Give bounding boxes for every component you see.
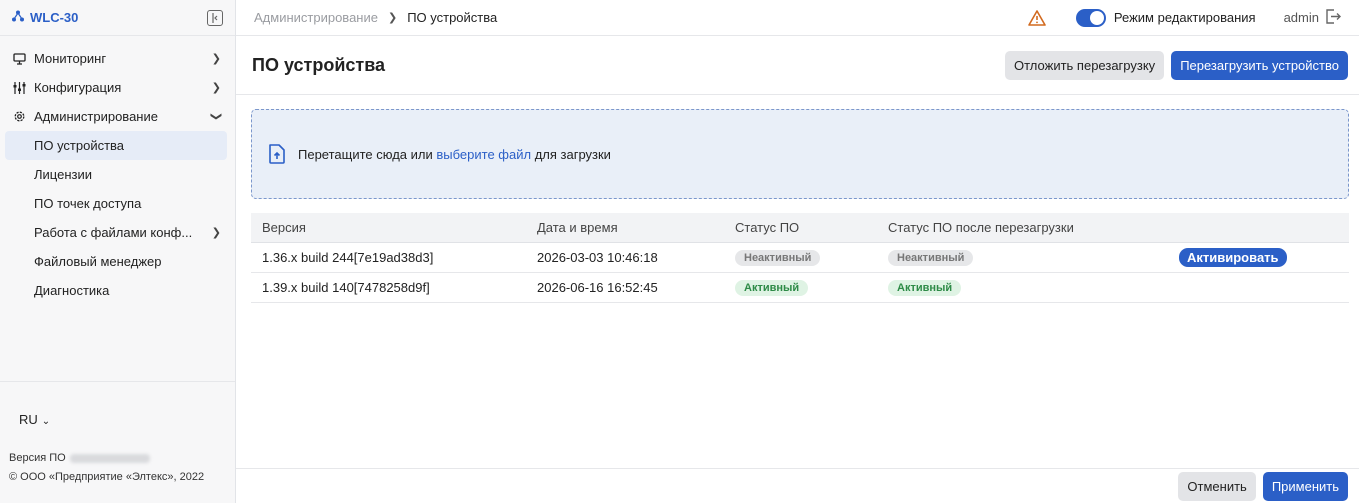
status-badge: Неактивный — [888, 249, 974, 266]
dropzone-text: Перетащите сюда или выберите файл для за… — [298, 147, 611, 162]
cell-version: 1.39.x build 140[7478258d9f] — [251, 272, 526, 303]
sidebar-footer: Версия ПО © ООО «Предприятие «Элтекс», 2… — [9, 449, 204, 487]
status-badge: Неактивный — [735, 249, 821, 266]
column-header-actions — [1168, 213, 1349, 243]
sidebar-subitem-label: Диагностика — [34, 283, 110, 298]
gear-icon — [12, 110, 26, 124]
page-actions: Отложить перезагрузку Перезагрузить устр… — [1005, 50, 1348, 80]
column-header-version: Версия — [251, 213, 526, 243]
status-badge: Активный — [735, 279, 809, 296]
app-title: WLC-30 — [30, 10, 79, 25]
sidebar-nav: Мониторинг ❯ Конфигурация ❯ Администриро… — [0, 36, 235, 305]
cell-action — [1168, 272, 1349, 303]
chevron-right-icon: ❯ — [211, 227, 221, 239]
cell-status-after: Неактивный — [877, 242, 1168, 273]
topbar-right: Режим редактирования admin — [1028, 8, 1341, 27]
dropzone-text-before: Перетащите сюда или — [298, 146, 437, 162]
column-header-status-after-reboot: Статус ПО после перезагрузки — [877, 213, 1168, 243]
file-dropzone[interactable]: Перетащите сюда или выберите файл для за… — [251, 109, 1349, 199]
choose-file-link[interactable]: выберите файл — [436, 147, 531, 162]
sidebar-subitem-label: Лицензии — [34, 167, 92, 182]
sidebar-subitem-label: Работа с файлами конф... — [34, 225, 193, 240]
sidebar-subitem-label: Файловый менеджер — [34, 254, 162, 269]
copyright: © ООО «Предприятие «Элтекс», 2022 — [9, 471, 205, 483]
sidebar-item-label: Администрирование — [34, 109, 158, 124]
cell-action: Активировать — [1168, 242, 1349, 273]
reboot-device-button[interactable]: Перезагрузить устройство — [1171, 50, 1348, 80]
chevron-down-icon: ❯ — [209, 111, 222, 122]
status-badge: Активный — [888, 279, 962, 296]
cancel-button[interactable]: Отменить — [1178, 471, 1256, 501]
bottom-action-bar: Отменить Применить — [236, 468, 1359, 503]
chevron-down-icon: ⌄ — [41, 416, 51, 427]
sidebar-item-label: Мониторинг — [34, 51, 107, 66]
apply-button[interactable]: Применить — [1262, 471, 1348, 501]
file-upload-icon — [268, 144, 286, 164]
column-header-status: Статус ПО — [724, 213, 877, 243]
user-menu[interactable]: admin — [1283, 8, 1341, 27]
cell-datetime: 2026-03-03 10:46:18 — [526, 242, 724, 273]
column-header-datetime: Дата и время — [526, 213, 724, 243]
monitor-icon — [12, 52, 26, 66]
language-selector[interactable]: RU ⌄ — [0, 381, 235, 427]
breadcrumb-parent[interactable]: Администрирование — [254, 10, 378, 25]
sidebar-subitem-ap-firmware[interactable]: ПО точек доступа — [0, 189, 235, 218]
sidebar-subitem-diagnostics[interactable]: Диагностика — [0, 276, 235, 305]
edit-mode-label: Режим редактирования — [1113, 10, 1256, 25]
sidebar-subitem-device-firmware[interactable]: ПО устройства — [5, 131, 227, 160]
username: admin — [1283, 10, 1319, 25]
warning-icon[interactable] — [1028, 9, 1046, 26]
language-value: RU — [19, 412, 38, 427]
page-header: ПО устройства Отложить перезагрузку Пере… — [236, 36, 1359, 95]
table-header-row: Версия Дата и время Статус ПО Статус ПО … — [251, 213, 1349, 243]
chevron-right-icon: ❯ — [387, 12, 398, 24]
cell-status: Активный — [724, 272, 877, 303]
chevron-right-icon: ❯ — [211, 53, 221, 65]
cell-version: 1.36.x build 244[7e19ad38d3] — [251, 242, 526, 273]
dropzone-text-after: для загрузки — [531, 146, 611, 162]
sidebar-subitem-label: ПО точек доступа — [34, 196, 142, 211]
cell-status-after: Активный — [877, 272, 1168, 303]
brand[interactable]: WLC-30 — [12, 10, 78, 25]
sidebar-subitem-licenses[interactable]: Лицензии — [0, 160, 235, 189]
sliders-icon — [12, 81, 26, 95]
logout-icon[interactable] — [1325, 8, 1341, 27]
chevron-right-icon: ❯ — [211, 82, 221, 94]
sidebar-item-label: Конфигурация — [34, 80, 122, 95]
sidebar-subitem-file-manager[interactable]: Файловый менеджер — [0, 247, 235, 276]
cell-status: Неактивный — [724, 242, 877, 273]
edit-mode-toggle[interactable] — [1075, 8, 1106, 27]
sidebar: WLC-30 Мониторинг ❯ Конфигурация ❯ Админ… — [0, 0, 236, 503]
postpone-reboot-button[interactable]: Отложить перезагрузку — [1005, 50, 1165, 80]
sidebar-item-administration[interactable]: Администрирование ❯ — [0, 102, 235, 131]
breadcrumb: Администрирование ❯ ПО устройства — [254, 10, 497, 25]
main-content: Администрирование ❯ ПО устройства Режим … — [236, 0, 1359, 503]
version-label: Версия ПО — [9, 452, 66, 464]
cell-datetime: 2026-06-16 16:52:45 — [526, 272, 724, 303]
table-row: 1.39.x build 140[7478258d9f] 2026-06-16 … — [251, 272, 1349, 303]
table-row: 1.36.x build 244[7e19ad38d3] 2026-03-03 … — [251, 242, 1349, 273]
sidebar-header: WLC-30 — [0, 0, 235, 36]
firmware-table: Версия Дата и время Статус ПО Статус ПО … — [251, 213, 1349, 303]
topbar: Администрирование ❯ ПО устройства Режим … — [236, 0, 1359, 36]
activate-button[interactable]: Активировать — [1179, 247, 1287, 267]
version-value-redacted — [69, 453, 150, 463]
network-icon — [12, 10, 24, 25]
sidebar-subitem-label: ПО устройства — [34, 138, 125, 153]
breadcrumb-current: ПО устройства — [407, 10, 498, 25]
sidebar-subitem-config-files[interactable]: Работа с файлами конф... ❯ — [0, 218, 235, 247]
sidebar-item-monitoring[interactable]: Мониторинг ❯ — [0, 44, 235, 73]
collapse-sidebar-icon[interactable] — [207, 9, 223, 26]
page-title: ПО устройства — [252, 54, 386, 75]
sidebar-item-configuration[interactable]: Конфигурация ❯ — [0, 73, 235, 102]
